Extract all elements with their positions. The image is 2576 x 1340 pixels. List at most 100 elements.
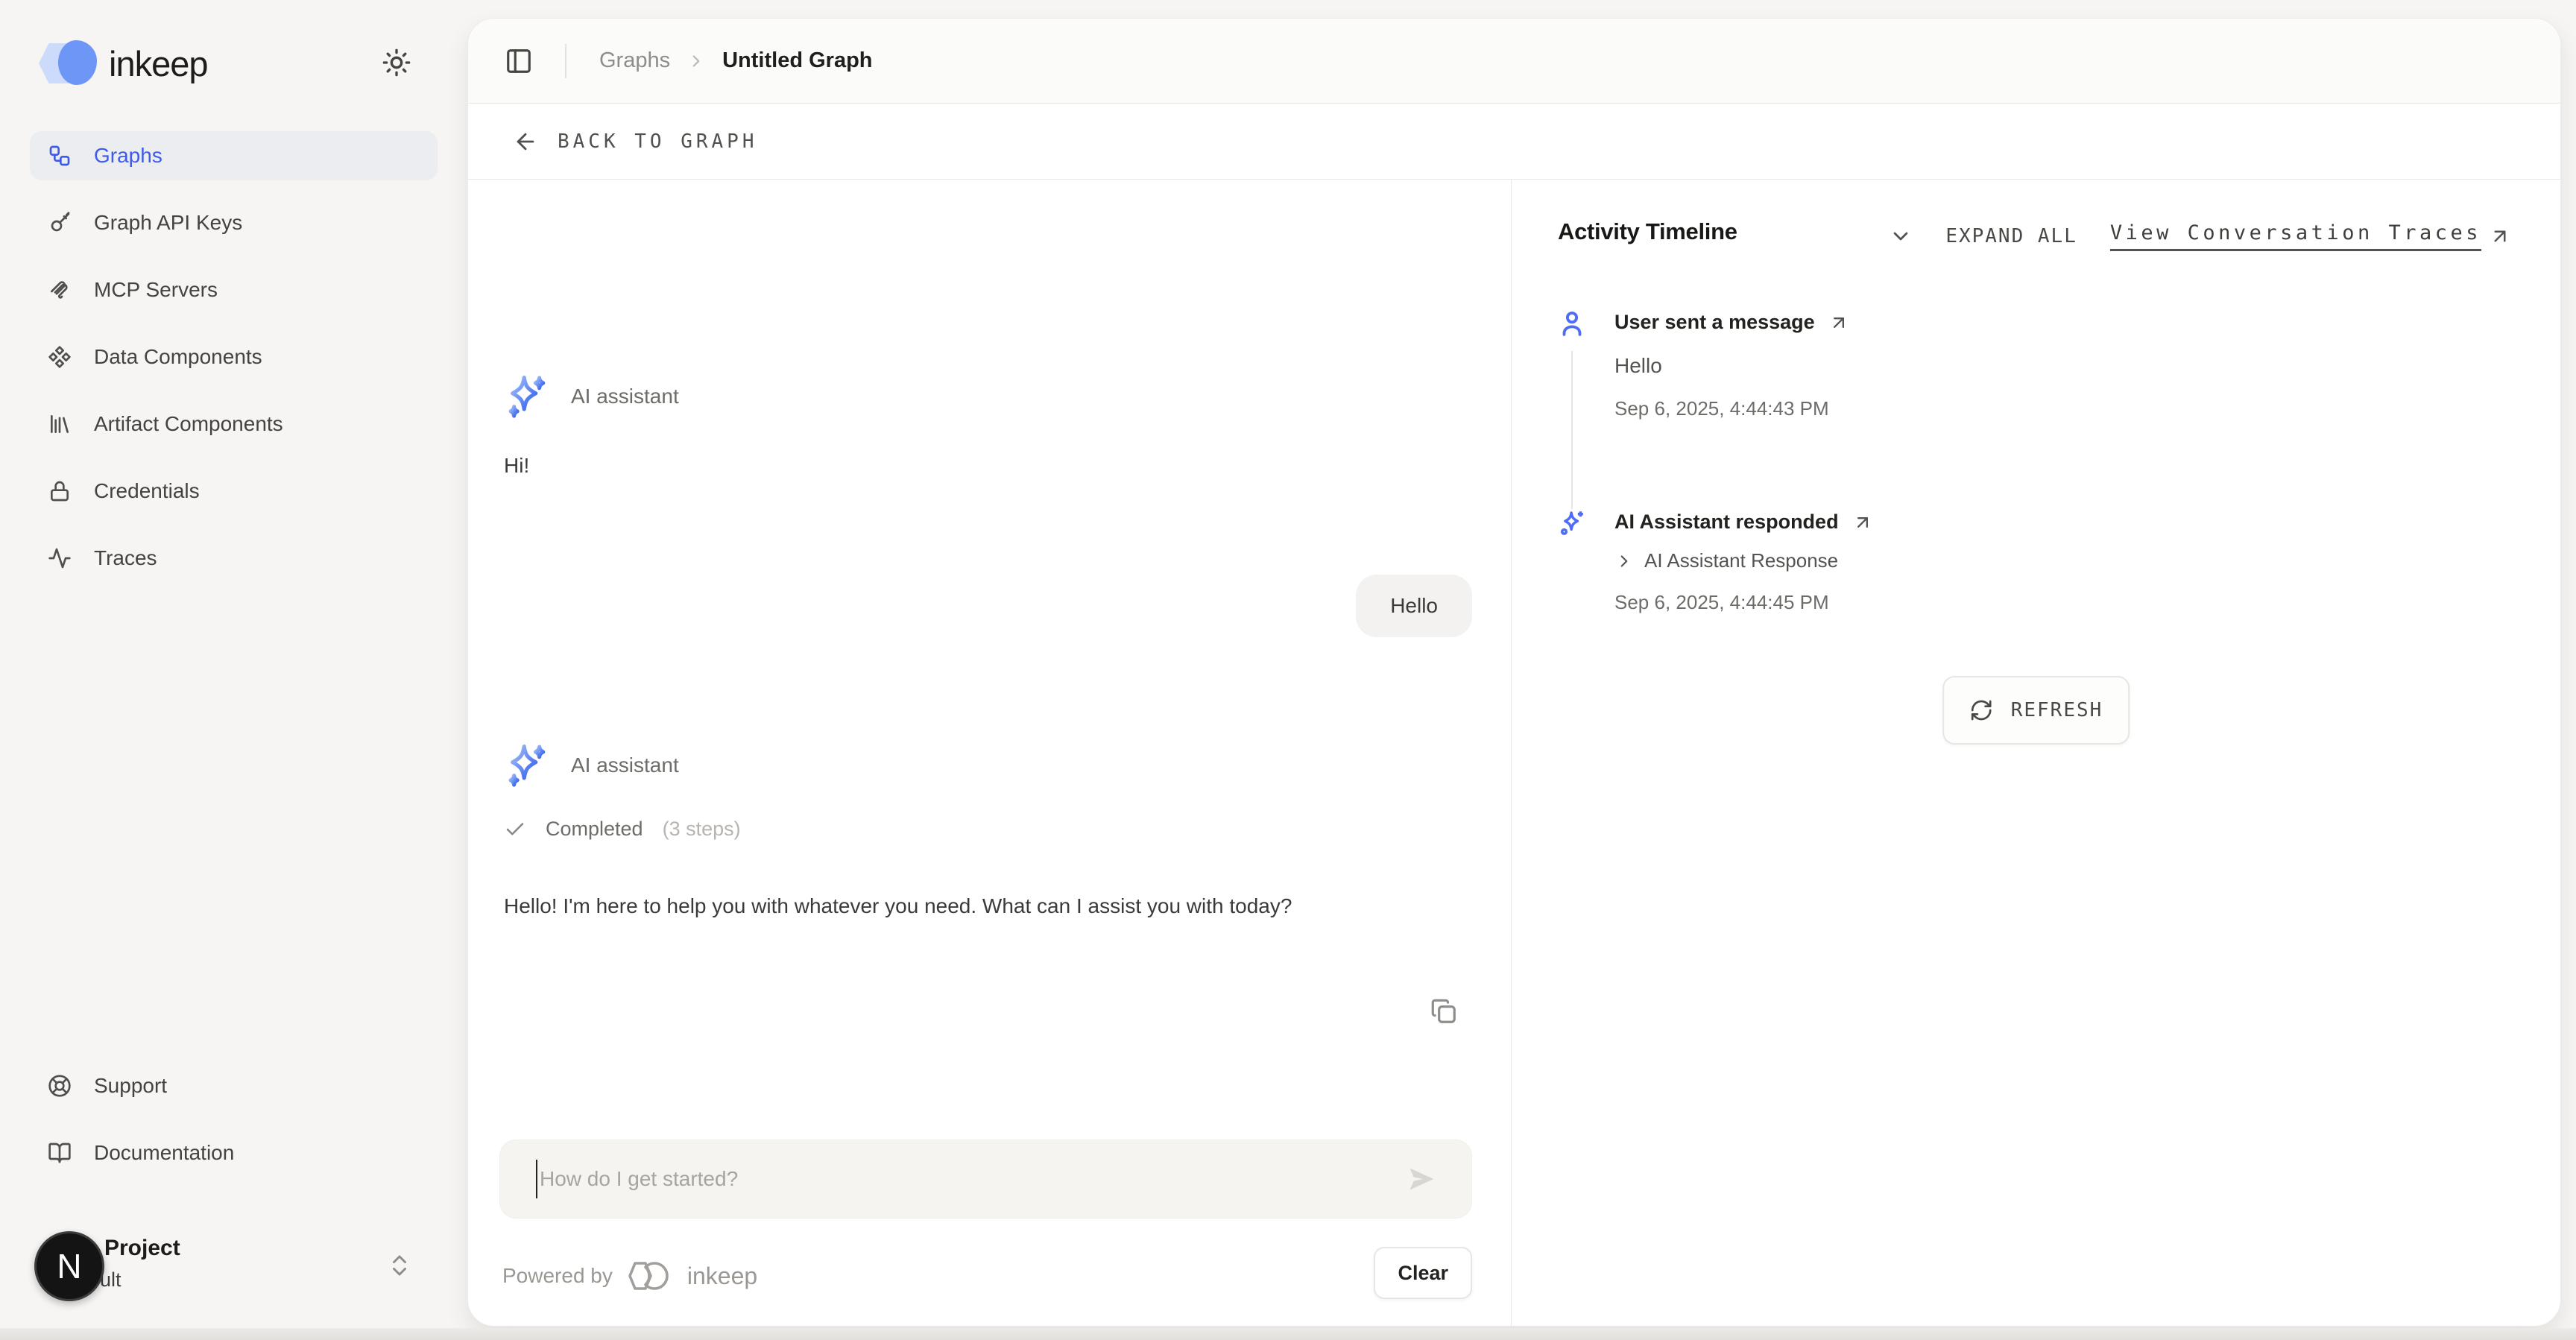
assistant-message-header: AI assistant <box>501 739 679 792</box>
check-icon <box>504 818 526 841</box>
lock-icon <box>48 479 72 503</box>
project-name: Project <box>104 1236 180 1261</box>
breadcrumb-current: Untitled Graph <box>722 48 872 73</box>
sidebar-item-label: Credentials <box>94 479 200 503</box>
inkeep-logo-icon <box>39 40 95 86</box>
breadcrumb-graphs[interactable]: Graphs <box>599 48 670 73</box>
event-timestamp: Sep 6, 2025, 4:44:45 PM <box>1614 591 1829 614</box>
sidebar-item-support[interactable]: Support <box>30 1061 438 1110</box>
send-button[interactable] <box>1404 1161 1439 1197</box>
sidebar-item-credentials[interactable]: Credentials <box>30 467 438 516</box>
chat-panel: AI assistant Hi! Hello AI assistant <box>468 180 1512 1326</box>
event-body: Hello <box>1614 354 1662 378</box>
chevrons-up-down-icon <box>386 1252 413 1279</box>
sparkles-icon <box>501 739 552 792</box>
copy-button[interactable] <box>1426 993 1462 1029</box>
assistant-message-text: Hi! <box>504 454 529 478</box>
component-icon <box>48 345 72 369</box>
sidebar-item-label: Data Components <box>94 345 262 369</box>
sidebar-footer-nav: Support Documentation <box>30 1061 438 1178</box>
sidebar-item-label: Support <box>94 1074 167 1098</box>
refresh-button[interactable]: REFRESH <box>1942 676 2130 745</box>
header-divider <box>565 44 566 78</box>
mcp-icon <box>48 278 72 302</box>
text-caret <box>536 1160 537 1198</box>
sidebar-item-graph-api-keys[interactable]: Graph API Keys <box>30 198 438 247</box>
status-label: Completed <box>546 818 643 841</box>
life-buoy-icon <box>48 1074 72 1098</box>
event-title[interactable]: User sent a message <box>1614 311 1815 334</box>
panel-toggle-button[interactable] <box>502 45 535 78</box>
main-panel: Graphs Untitled Graph BACK TO GRAPH <box>467 18 2561 1327</box>
arrow-up-right-icon[interactable] <box>1852 512 1873 533</box>
chat-input[interactable] <box>540 1140 1269 1219</box>
back-bar: BACK TO GRAPH <box>468 104 2560 180</box>
sidebar-item-mcp-servers[interactable]: MCP Servers <box>30 265 438 315</box>
expand-all-button[interactable]: EXPAND ALL <box>1945 225 2077 247</box>
chevron-right-icon <box>686 51 706 71</box>
sidebar-item-graphs[interactable]: Graphs <box>30 131 438 180</box>
sidebar-item-label: Traces <box>94 546 157 570</box>
user-message-bubble: Hello <box>1356 575 1472 637</box>
assistant-message-header: AI assistant <box>501 370 679 423</box>
book-open-icon <box>48 1141 72 1165</box>
sidebar-nav: Graphs Graph API Keys MCP Servers Data C… <box>30 131 438 583</box>
back-to-graph-label: BACK TO GRAPH <box>558 130 758 153</box>
sidebar-item-label: Artifact Components <box>94 412 283 436</box>
sidebar-item-traces[interactable]: Traces <box>30 534 438 583</box>
timeline-connector <box>1571 351 1573 509</box>
library-icon <box>48 412 72 436</box>
sidebar-item-artifact-components[interactable]: Artifact Components <box>30 399 438 449</box>
app-logo-text: inkeep <box>109 43 208 84</box>
app-logo: inkeep <box>39 40 208 86</box>
chat-composer <box>499 1140 1472 1219</box>
assistant-label: AI assistant <box>571 753 679 777</box>
event-response-toggle[interactable]: AI Assistant Response <box>1614 549 1838 572</box>
card-header: Graphs Untitled Graph <box>468 19 2560 104</box>
breadcrumb: Graphs Untitled Graph <box>599 48 873 73</box>
sidebar-item-label: MCP Servers <box>94 278 218 302</box>
view-traces-label: View Conversation Traces <box>2110 221 2481 251</box>
theme-toggle-button[interactable] <box>377 43 416 82</box>
arrow-up-right-icon <box>2489 225 2511 247</box>
sparkles-icon <box>1556 508 1588 539</box>
back-to-graph-button[interactable]: BACK TO GRAPH <box>513 129 758 154</box>
assistant-message-text: Hello! I'm here to help you with whateve… <box>504 886 1482 926</box>
sidebar: inkeep Graphs Graph API Keys MCP Servers… <box>0 0 467 1340</box>
view-conversation-traces-link[interactable]: View Conversation Traces <box>2110 221 2511 251</box>
refresh-icon <box>1969 698 1993 722</box>
project-switcher[interactable]: Project ult N <box>22 1222 440 1312</box>
sidebar-item-label: Documentation <box>94 1141 234 1165</box>
sidebar-item-documentation[interactable]: Documentation <box>30 1128 438 1178</box>
event-body: AI Assistant Response <box>1644 549 1838 572</box>
powered-by-label: Powered by <box>502 1264 613 1288</box>
page-bottom-strip <box>0 1328 2576 1340</box>
panel-left-icon <box>505 47 533 75</box>
arrow-left-icon <box>513 129 538 154</box>
send-icon <box>1404 1162 1439 1196</box>
copy-icon <box>1430 997 1458 1025</box>
sidebar-item-data-components[interactable]: Data Components <box>30 332 438 382</box>
workflow-icon <box>48 144 72 168</box>
sun-icon <box>382 48 411 78</box>
assistant-label: AI assistant <box>571 385 679 408</box>
sparkles-icon <box>501 370 552 423</box>
key-icon <box>48 211 72 235</box>
clear-button[interactable]: Clear <box>1374 1247 1472 1299</box>
refresh-label: REFRESH <box>2011 699 2103 721</box>
inkeep-glyph-icon <box>626 1259 674 1293</box>
event-timestamp: Sep 6, 2025, 4:44:43 PM <box>1614 397 1829 420</box>
user-icon <box>1556 308 1588 339</box>
arrow-up-right-icon[interactable] <box>1828 312 1849 333</box>
powered-by-brand: inkeep <box>687 1262 757 1290</box>
powered-by[interactable]: Powered by inkeep <box>502 1259 757 1293</box>
card-body: AI assistant Hi! Hello AI assistant <box>468 180 2560 1326</box>
assistant-status-row[interactable]: Completed (3 steps) <box>504 818 741 841</box>
chevron-right-icon <box>1614 552 1634 571</box>
timeline-title: Activity Timeline <box>1558 218 1737 245</box>
activity-timeline-panel: Activity Timeline EXPAND ALL View Conver… <box>1512 180 2560 1326</box>
sidebar-item-label: Graphs <box>94 144 162 168</box>
event-title[interactable]: AI Assistant responded <box>1614 511 1839 534</box>
status-steps: (3 steps) <box>663 818 741 841</box>
chevron-down-icon[interactable] <box>1889 224 1913 248</box>
